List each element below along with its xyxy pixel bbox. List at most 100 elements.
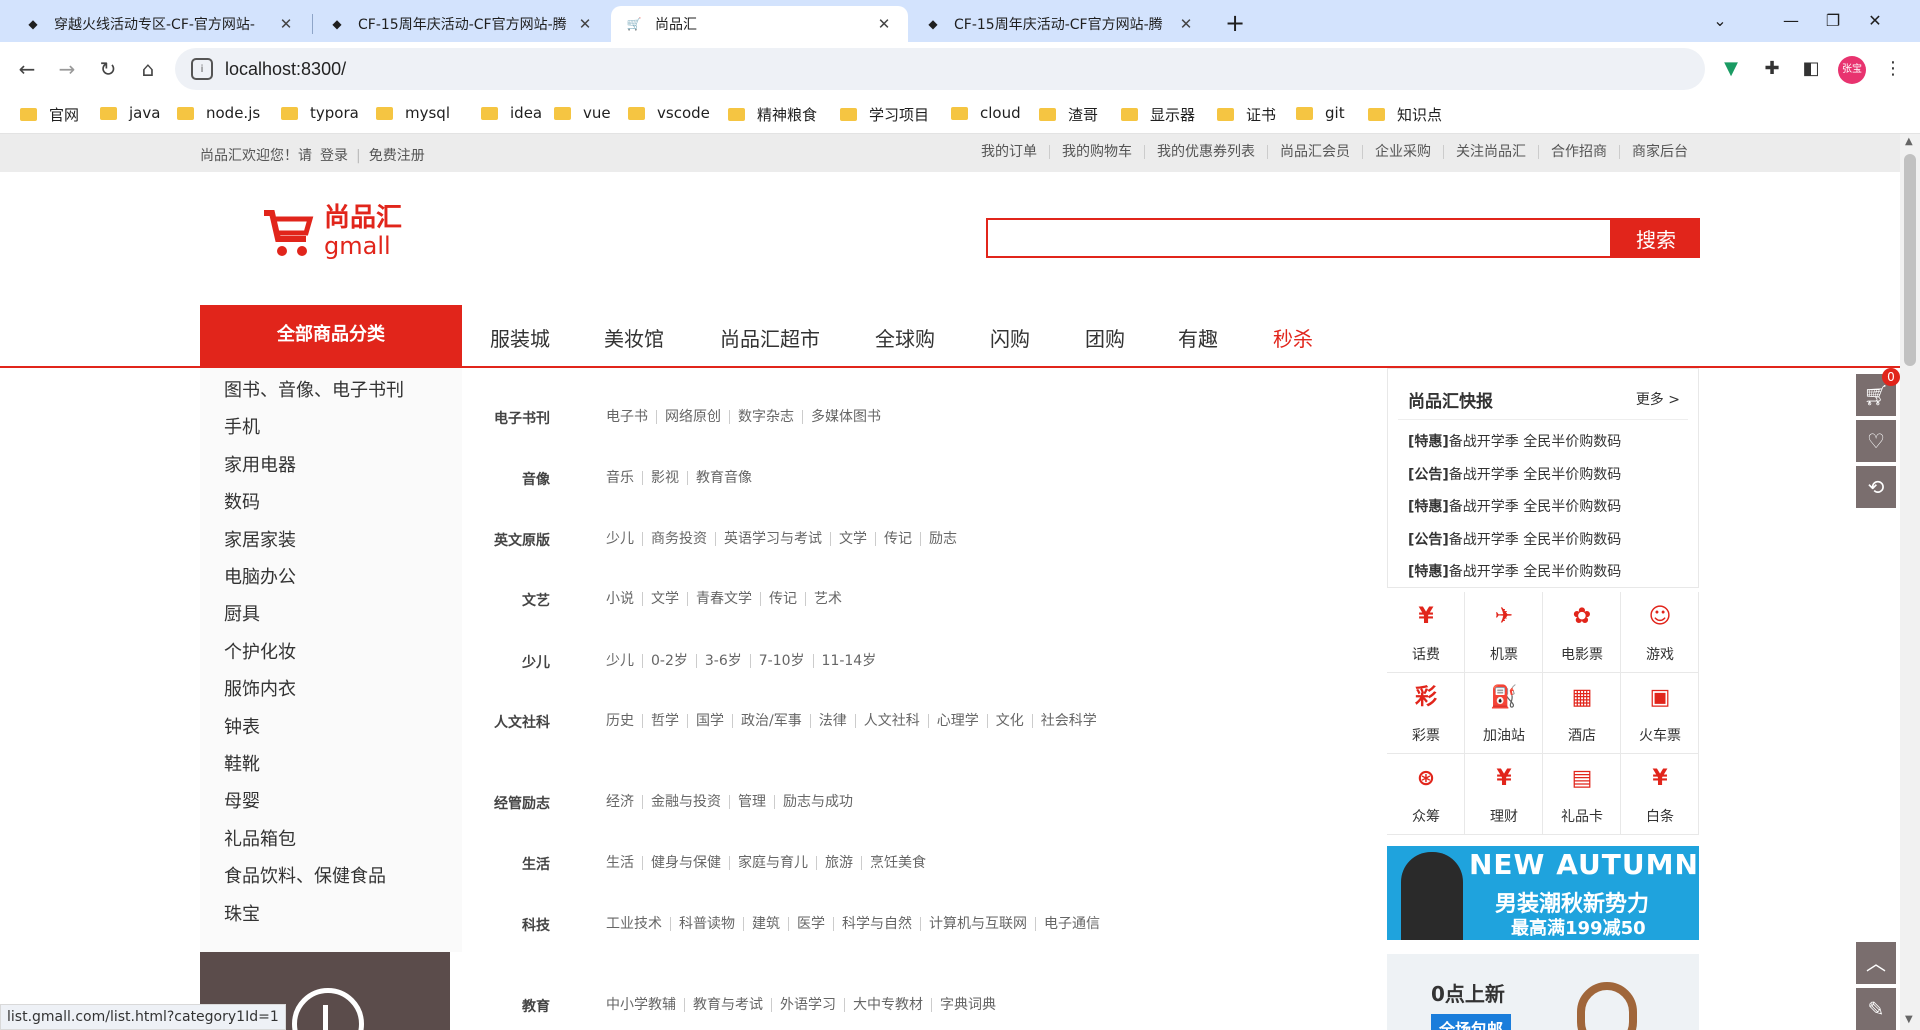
submenu-group-title[interactable]: 少儿 [480,652,550,672]
minimize-icon[interactable]: — [1776,6,1806,36]
all-categories-button[interactable]: 全部商品分类 [200,305,462,368]
scroll-down-icon[interactable]: ▼ [1905,1014,1913,1025]
submenu-link[interactable]: 传记 [875,532,920,546]
submenu-group-title[interactable]: 音像 [480,469,550,489]
service-众筹[interactable]: ⊛ 众筹 [1387,754,1465,835]
bookmark-item[interactable]: 知识点 [1368,104,1442,125]
side-panel-icon[interactable]: ◧ [1798,56,1824,82]
reload-icon[interactable]: ↻ [93,54,123,84]
submenu-link[interactable]: 字典词典 [931,998,1004,1012]
bookmark-item[interactable]: 精神粮食 [728,104,817,125]
submenu-link[interactable]: 文化 [986,714,1032,728]
extensions-icon[interactable]: ✚ [1759,56,1785,82]
site-info-icon[interactable]: i [191,58,213,80]
submenu-link[interactable]: 科普读物 [670,917,743,931]
browser-tab[interactable]: ◆ CF-15周年庆活动-CF官方网站-腾 ✕ [910,6,1210,42]
scroll-up-icon[interactable]: ▲ [1905,136,1913,147]
top-link[interactable]: 企业采购 [1362,145,1443,159]
category-item[interactable]: 家居家装 [224,526,296,552]
home-icon[interactable]: ⌂ [133,54,163,84]
bookmark-item[interactable]: git [1296,104,1345,122]
top-link[interactable]: 商家后台 [1619,145,1700,159]
submenu-link[interactable]: 大中专教材 [844,998,931,1012]
submenu-link[interactable]: 人文社科 [854,714,928,728]
site-logo[interactable]: 尚品汇 gmall [262,202,412,262]
maximize-icon[interactable]: ❐ [1818,6,1848,36]
feedback-button[interactable]: ✎ [1856,988,1896,1030]
submenu-link[interactable]: 中小学教辅 [598,998,684,1012]
forward-icon[interactable]: → [52,54,82,84]
close-tab-icon[interactable]: ✕ [575,15,595,33]
category-item[interactable]: 服饰内衣 [224,675,296,701]
back-icon[interactable]: ← [12,54,42,84]
service-理财[interactable]: ¥ 理财 [1465,754,1543,835]
service-火车票[interactable]: ▣ 火车票 [1621,673,1699,754]
category-item[interactable]: 图书、音像、电子书刊 [224,376,404,402]
category-item[interactable]: 数码 [224,488,260,514]
submenu-link[interactable]: 文学 [642,592,687,606]
search-button[interactable]: 搜索 [1612,218,1700,258]
submenu-link[interactable]: 传记 [760,592,805,606]
news-item[interactable]: [特惠]备战开学季 全民半价购数码 [1408,431,1621,451]
submenu-link[interactable]: 旅游 [816,856,861,870]
category-item[interactable]: 鞋靴 [224,750,260,776]
top-link[interactable]: 尚品汇会员 [1267,145,1362,159]
submenu-link[interactable]: 电子书 [598,410,656,424]
submenu-link[interactable]: 3-6岁 [695,654,750,668]
submenu-link[interactable]: 管理 [729,795,774,809]
nav-link[interactable]: 尚品汇超市 [720,323,820,352]
submenu-link[interactable]: 计算机与互联网 [920,917,1035,931]
submenu-link[interactable]: 少儿 [598,654,642,668]
browser-tab[interactable]: ◆ 穿越火线活动专区-CF-官方网站- ✕ [10,6,310,42]
submenu-link[interactable]: 商务投资 [642,532,715,546]
news-more-link[interactable]: 更多 > [1636,389,1680,409]
category-item[interactable]: 礼品箱包 [224,825,296,851]
submenu-link[interactable]: 影视 [642,471,687,485]
browser-tab-active[interactable]: 🛒 尚品汇 ✕ [611,6,908,42]
submenu-link[interactable]: 家庭与育儿 [729,856,816,870]
news-item[interactable]: [特惠]备战开学季 全民半价购数码 [1408,496,1621,516]
submenu-group-title[interactable]: 经管励志 [480,793,550,813]
bookmark-item[interactable]: 学习项目 [840,104,929,125]
sidebar-history-button[interactable]: ⟲ [1856,466,1896,508]
submenu-link[interactable]: 艺术 [805,592,850,606]
submenu-link[interactable]: 法律 [809,714,855,728]
news-item[interactable]: [特惠]备战开学季 全民半价购数码 [1408,561,1621,581]
top-link[interactable]: 我的订单 [969,145,1049,159]
top-link[interactable]: 关注尚品汇 [1443,145,1538,159]
submenu-link[interactable]: 金融与投资 [642,795,729,809]
submenu-link[interactable]: 数字杂志 [729,410,802,424]
service-加油站[interactable]: ⛽ 加油站 [1465,673,1543,754]
submenu-link[interactable]: 青春文学 [687,592,760,606]
submenu-link[interactable]: 医学 [788,917,833,931]
service-酒店[interactable]: ▦ 酒店 [1543,673,1621,754]
submenu-link[interactable]: 心理学 [927,714,987,728]
bookmark-item[interactable]: node.js [177,104,260,122]
submenu-group-title[interactable]: 生活 [480,854,550,874]
avatar[interactable]: 张宝 [1838,56,1866,84]
url-text[interactable]: localhost:8300/ [225,59,346,80]
submenu-link[interactable]: 建筑 [743,917,788,931]
submenu-group-title[interactable]: 人文社科 [480,712,550,732]
submenu-link[interactable]: 少儿 [598,532,642,546]
submenu-group-title[interactable]: 科技 [480,915,550,935]
browser-tab[interactable]: ◆ CF-15周年庆活动-CF官方网站-腾 ✕ [314,6,609,42]
submenu-link[interactable]: 网络原创 [656,410,729,424]
bookmark-item[interactable]: typora [281,104,359,122]
top-link[interactable]: 我的购物车 [1049,145,1144,159]
submenu-link[interactable]: 音乐 [598,471,642,485]
submenu-link[interactable]: 烹饪美食 [861,856,934,870]
submenu-link[interactable]: 社会科学 [1031,714,1105,728]
category-item[interactable]: 食品饮料、保健食品 [224,862,386,888]
submenu-link[interactable]: 生活 [598,856,642,870]
nav-link[interactable]: 美妆馆 [604,323,664,352]
bookmark-item[interactable]: vscode [628,104,710,122]
submenu-link[interactable]: 国学 [687,714,732,728]
submenu-group-title[interactable]: 电子书刊 [480,408,550,428]
close-tab-icon[interactable]: ✕ [276,15,296,33]
sidebar-favorites-button[interactable]: ♡ [1856,420,1896,462]
bookmark-item[interactable]: 显示器 [1121,104,1195,125]
new-tab-button[interactable]: + [1220,8,1250,38]
submenu-link[interactable]: 多媒体图书 [802,410,889,424]
promo-banner[interactable]: NEW AUTUMN 男装潮秋新势力 最高满199减50 [1387,846,1699,940]
